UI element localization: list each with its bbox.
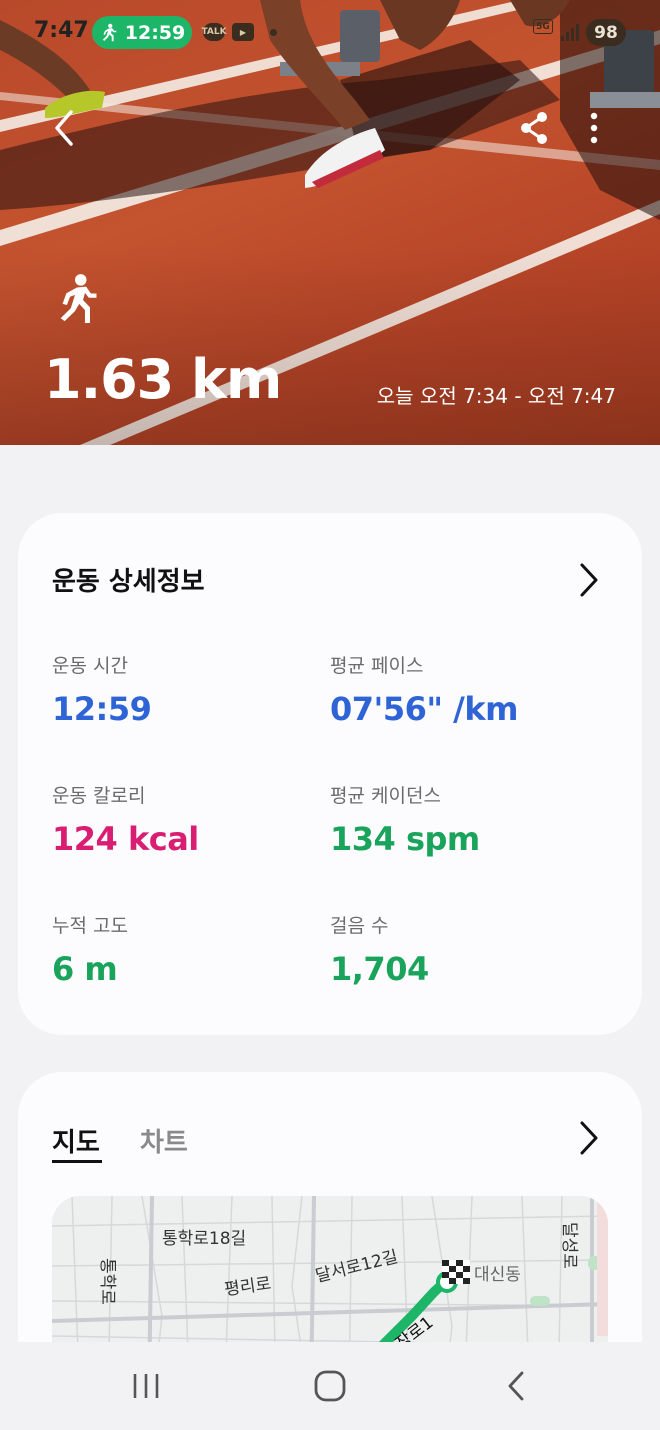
recent-apps-button[interactable] [122, 1364, 170, 1408]
map-label-street: 통학로 [97, 1258, 117, 1305]
metric-label: 운동 칼로리 [52, 785, 146, 807]
status-time: 7:47 [34, 18, 89, 43]
more-notifications-dot-icon [270, 29, 277, 36]
metric-average-cadence: 평균 케이던스 134 spm [330, 781, 480, 858]
metric-value: 124 kcal [52, 820, 199, 858]
battery-indicator: 98 [586, 19, 626, 46]
workout-timer-pill[interactable]: 12:59 [92, 16, 192, 49]
network-5g-icon: 5G [533, 19, 553, 34]
back-button[interactable] [40, 104, 88, 152]
more-options-button[interactable] [570, 104, 618, 152]
metric-value: 134 spm [330, 820, 480, 858]
map-label-area: 대신동 [474, 1265, 521, 1285]
metric-value: 6 m [52, 950, 118, 988]
metric-label: 누적 고도 [52, 915, 128, 937]
metric-label: 평균 페이스 [330, 655, 424, 677]
status-bar: 7:47 12:59 TALK ▶ 5G 98 [0, 0, 660, 66]
hero-image: 7:47 12:59 TALK ▶ 5G 98 1.63 km 오늘 오전 7:… [0, 0, 660, 445]
recent-apps-icon [133, 1374, 159, 1398]
details-title: 운동 상세정보 [52, 567, 205, 597]
workout-timer-text: 12:59 [124, 21, 186, 44]
map-label-street: 통학로18길 [162, 1229, 247, 1249]
back-arrow-icon [508, 1371, 524, 1401]
running-icon [60, 274, 97, 323]
workout-time-range: 오늘 오전 7:34 - 오전 7:47 [376, 384, 616, 408]
home-button[interactable] [306, 1364, 354, 1408]
chevron-left-icon [55, 110, 73, 146]
metric-label: 걸음 수 [330, 915, 389, 937]
youtube-notification-icon: ▶ [232, 23, 254, 41]
share-icon [521, 112, 547, 144]
metric-average-pace: 평균 페이스 07'56" /km [330, 651, 518, 728]
metric-label: 운동 시간 [52, 655, 128, 677]
tab-map[interactable]: 지도 [52, 1122, 100, 1159]
map-expand-button[interactable] [574, 1118, 604, 1158]
total-distance: 1.63 km [44, 348, 282, 411]
home-icon [314, 1370, 346, 1402]
talk-notification-icon: TALK [201, 23, 227, 41]
metric-step-count: 걸음 수 1,704 [330, 911, 429, 988]
metric-label: 평균 케이던스 [330, 785, 441, 807]
map-label-street: 달성로 [559, 1222, 579, 1269]
workout-details-card: 운동 상세정보 운동 시간 12:59 평균 페이스 07'56" /km 운동… [18, 513, 642, 1035]
system-back-button[interactable] [492, 1364, 540, 1408]
metric-value: 12:59 [52, 690, 152, 728]
more-vertical-icon [590, 112, 598, 144]
tab-map-underline [52, 1160, 102, 1163]
metric-value: 1,704 [330, 950, 429, 988]
tab-chart[interactable]: 차트 [140, 1122, 188, 1159]
checkered-flag-icon [442, 1260, 470, 1284]
share-button[interactable] [510, 104, 558, 152]
chevron-right-icon [580, 1121, 598, 1155]
chevron-right-icon [580, 563, 598, 597]
details-expand-button[interactable] [574, 560, 604, 600]
metric-elevation-gain: 누적 고도 6 m [52, 911, 128, 988]
running-icon [102, 23, 116, 41]
metric-value: 07'56" /km [330, 690, 518, 728]
signal-strength-icon [561, 24, 579, 41]
system-navigation-bar [0, 1342, 660, 1430]
metric-workout-time: 운동 시간 12:59 [52, 651, 152, 728]
metric-calories: 운동 칼로리 124 kcal [52, 781, 199, 858]
